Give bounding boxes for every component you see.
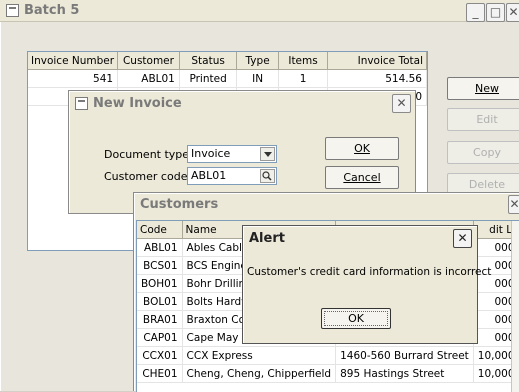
customer-code: BOL01	[137, 292, 183, 311]
edit-button[interactable]: Edit	[447, 108, 519, 131]
minimize-button[interactable]: _	[466, 3, 485, 22]
ok-button[interactable]: OK	[325, 137, 399, 160]
invoice-total: 514.56	[327, 69, 427, 88]
invoice-header-row: Invoice Number Customer Status Type Item…	[28, 52, 427, 70]
alert-message: Customer's credit card information is in…	[247, 266, 492, 278]
customer-code: ABL01	[137, 238, 183, 257]
invoice-number: 541	[28, 69, 119, 88]
alert-title-bar[interactable]: Alert	[243, 226, 477, 250]
customer-code: BRA01	[137, 310, 183, 329]
customer-address: 895 Hastings Street	[335, 364, 474, 383]
invoice-customer: ABL01	[117, 69, 180, 88]
document-type-label: Document type	[104, 148, 190, 161]
new-invoice-title: New Invoice	[93, 95, 182, 111]
copy-button[interactable]: Copy	[447, 141, 519, 164]
batch-title-bar[interactable]: Batch 5	[0, 0, 519, 22]
col-customer[interactable]: Customer	[117, 52, 180, 70]
dialog-icon	[75, 96, 88, 110]
invoice-type: IN	[236, 69, 279, 88]
table-row[interactable]: 541 ABL01 Printed IN 1 514.56	[28, 69, 427, 88]
alert-dialog: Alert ✕ Customer's credit card informati…	[242, 225, 492, 344]
table-row[interactable]: CCX01 CCX Express 1460-560 Burrard Street 1…	[137, 346, 519, 365]
new-invoice-title-bar[interactable]: New Invoice	[69, 91, 415, 115]
invoice-status: Printed	[179, 69, 238, 88]
chevron-down-icon[interactable]	[260, 147, 275, 161]
customer-code: BCS01	[137, 256, 183, 275]
col-code[interactable]: Code	[137, 221, 183, 239]
customer-address: 1460-560 Burrard Street	[335, 346, 474, 365]
alert-ok-button[interactable]: OK	[321, 308, 391, 329]
customers-title: Customers	[140, 196, 219, 212]
customer-name: CCX Express	[182, 346, 337, 365]
col-invoice-number[interactable]: Invoice Number	[28, 52, 119, 70]
close-button[interactable]: ✕	[506, 3, 519, 22]
customer-code: CHE01	[137, 364, 183, 383]
close-button[interactable]: ✕	[508, 195, 519, 214]
close-button[interactable]: ✕	[453, 229, 472, 248]
customer-code-input[interactable]: ABL01	[187, 167, 277, 185]
col-items[interactable]: Items	[278, 52, 329, 70]
table-row[interactable]: CHE01 Cheng, Cheng, Chipperfield 895 Hasti…	[137, 364, 519, 383]
customer-code-label: Customer code	[104, 170, 188, 183]
invoice-items: 1	[278, 69, 329, 88]
col-status[interactable]: Status	[179, 52, 238, 70]
search-icon[interactable]	[260, 169, 275, 183]
new-button[interactable]: New	[447, 77, 519, 100]
col-invoice-total[interactable]: Invoice Total	[327, 52, 427, 70]
maximize-button[interactable]: □	[486, 3, 505, 22]
col-type[interactable]: Type	[236, 52, 279, 70]
close-button[interactable]: ✕	[392, 94, 411, 113]
document-type-select[interactable]: Invoice	[187, 145, 277, 163]
customer-name: Cheng, Cheng, Chipperfield	[182, 364, 337, 383]
customer-code: CCX01	[137, 346, 183, 365]
document-type-value: Invoice	[191, 147, 231, 160]
batch-title: Batch 5	[24, 3, 80, 18]
customer-code: BOH01	[137, 274, 183, 293]
customers-title-bar[interactable]: Customers	[134, 193, 519, 215]
customer-code: CAP01	[137, 328, 183, 347]
window-icon	[6, 4, 19, 17]
customer-code-value: ABL01	[191, 169, 227, 182]
scrollbar[interactable]	[511, 221, 519, 392]
alert-title: Alert	[249, 230, 285, 246]
cancel-button[interactable]: Cancel	[325, 166, 399, 189]
